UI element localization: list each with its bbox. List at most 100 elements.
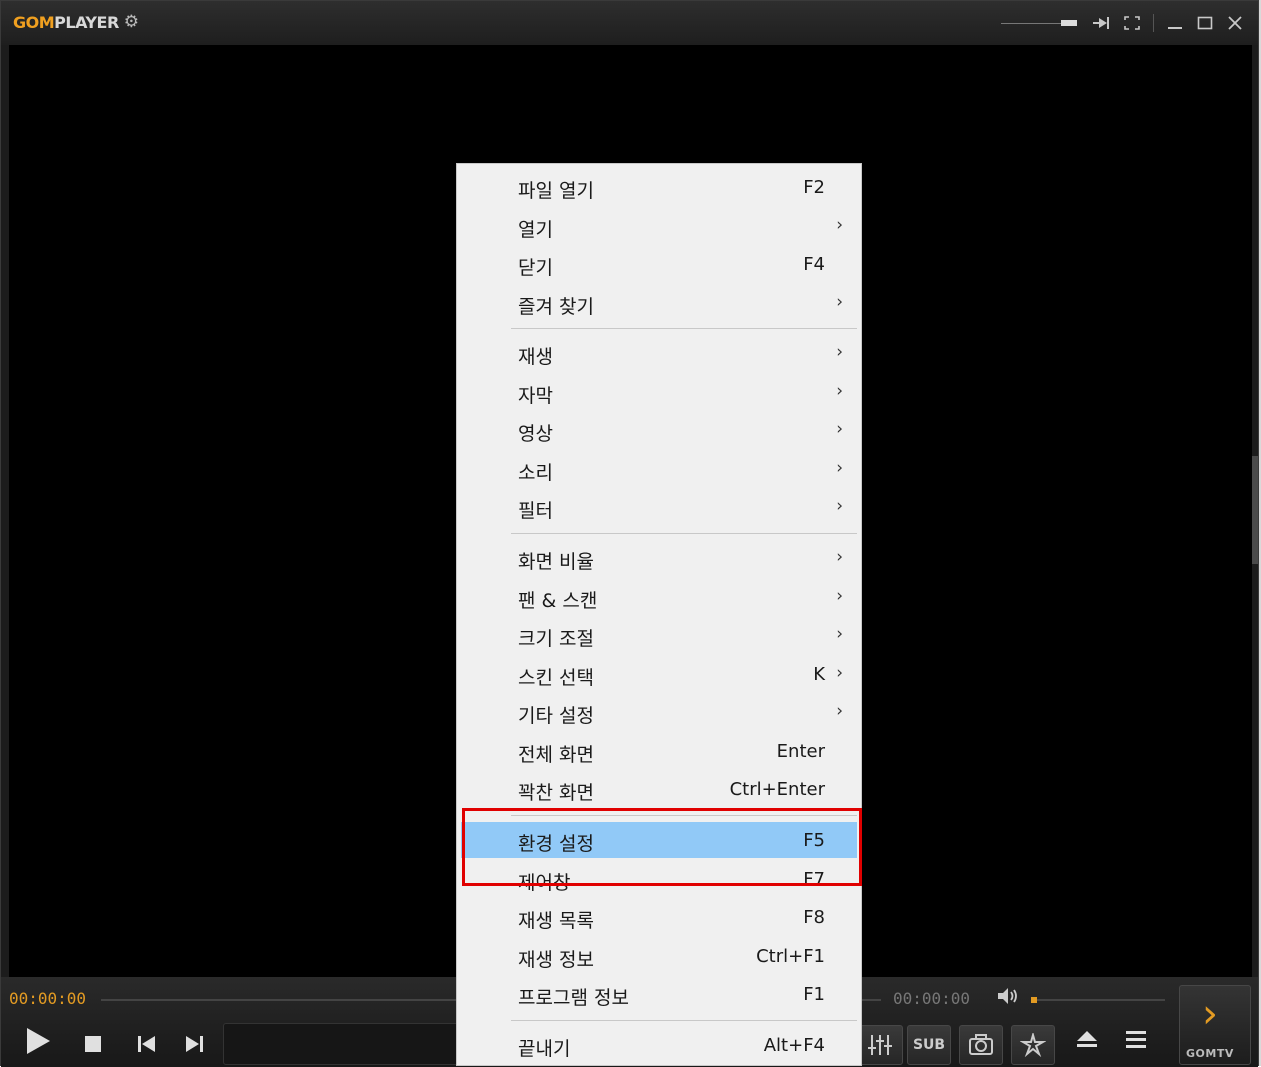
menu-item-shortcut: K <box>813 664 825 685</box>
menu-item-label: 열기 <box>518 219 553 241</box>
chevron-right-icon: › <box>836 624 843 644</box>
menu-item-preferences[interactable]: 환경 설정 F5 <box>461 822 857 858</box>
control-panel-icon[interactable] <box>1011 1025 1055 1065</box>
menu-item-video[interactable]: 영상 › <box>461 412 857 448</box>
pin-icon[interactable] <box>1087 8 1117 38</box>
menu-item-label: 자막 <box>518 385 553 407</box>
menu-item-playback-info[interactable]: 재생 정보 Ctrl+F1 <box>461 938 857 974</box>
volume-level <box>1031 997 1037 1003</box>
menu-item-label: 환경 설정 <box>518 833 594 855</box>
title-bar-controls <box>1001 1 1258 45</box>
gomtv-button[interactable]: › GOMTV <box>1179 985 1251 1065</box>
menu-item-other-settings[interactable]: 기타 설정 › <box>461 694 857 730</box>
chevron-right-icon: › <box>836 496 843 516</box>
menu-item-label: 스킨 선택 <box>518 667 594 689</box>
side-panel-handle[interactable] <box>1252 456 1258 564</box>
menu-item-label: 파일 열기 <box>518 180 594 202</box>
menu-item-label: 팬 & 스캔 <box>518 590 598 612</box>
gomtv-label: GOMTV <box>1186 1047 1234 1060</box>
camera-icon[interactable] <box>959 1025 1003 1065</box>
menu-item-label: 꽉찬 화면 <box>518 782 594 804</box>
menu-separator <box>511 533 857 534</box>
next-button[interactable] <box>185 1035 203 1057</box>
menu-item-shortcut: F5 <box>803 830 825 851</box>
title-bar[interactable]: GOM PLAYER ⚙ <box>1 1 1258 45</box>
app-logo[interactable]: GOM PLAYER ⚙ <box>13 12 139 32</box>
volume-icon[interactable] <box>997 987 1021 1010</box>
eject-icon[interactable] <box>1076 1029 1098 1055</box>
gear-icon[interactable]: ⚙ <box>124 12 139 32</box>
total-time: 00:00:00 <box>893 989 971 1008</box>
menu-item-shortcut: Ctrl+F1 <box>756 946 825 967</box>
equalizer-button[interactable] <box>857 1025 903 1065</box>
chevron-right-icon: › <box>836 342 843 362</box>
menu-item-label: 재생 목록 <box>518 910 594 932</box>
menu-item-label: 전체 화면 <box>518 744 594 766</box>
maximize-icon[interactable] <box>1190 8 1220 38</box>
menu-item-playback[interactable]: 재생 › <box>461 335 857 371</box>
menu-item-fill-screen[interactable]: 꽉찬 화면 Ctrl+Enter <box>461 771 857 807</box>
minimize-icon[interactable] <box>1160 8 1190 38</box>
menu-item-shortcut: F7 <box>803 869 825 890</box>
menu-item-about[interactable]: 프로그램 정보 F1 <box>461 976 857 1012</box>
chevron-right-icon: › <box>836 701 843 721</box>
context-menu: 파일 열기 F2 열기 › 닫기 F4 즐겨 찾기 › 재생 › 자막 › 영상… <box>456 163 862 1066</box>
menu-item-label: 화면 비율 <box>518 551 594 573</box>
menu-item-label: 끝내기 <box>518 1038 571 1060</box>
menu-item-audio[interactable]: 소리 › <box>461 451 857 487</box>
menu-item-pan-scan[interactable]: 팬 & 스캔 › <box>461 579 857 615</box>
chevron-right-icon: › <box>836 663 843 683</box>
menu-item-shortcut: Ctrl+Enter <box>729 779 825 800</box>
menu-item-shortcut: Alt+F4 <box>763 1035 825 1056</box>
logo-gom-text: GOM <box>13 12 55 32</box>
menu-item-playlist[interactable]: 재생 목록 F8 <box>461 899 857 935</box>
menu-item-control-panel[interactable]: 제어창 F7 <box>461 861 857 897</box>
current-time: 00:00:00 <box>9 989 87 1008</box>
menu-item-label: 크기 조절 <box>518 628 594 650</box>
chevron-right-icon: › <box>836 458 843 478</box>
menu-item-shortcut: F4 <box>803 254 825 275</box>
menu-item-aspect-ratio[interactable]: 화면 비율 › <box>461 540 857 576</box>
chevron-right-icon: › <box>836 215 843 235</box>
menu-icon[interactable] <box>1125 1029 1147 1055</box>
subtitle-button[interactable]: SUB <box>907 1025 951 1065</box>
opacity-slider-knob[interactable] <box>1061 19 1077 26</box>
menu-separator <box>511 1020 857 1021</box>
chevron-right-icon: › <box>836 586 843 606</box>
menu-item-shortcut: Enter <box>776 741 825 762</box>
chevron-right-icon: › <box>836 419 843 439</box>
menu-separator <box>511 328 857 329</box>
close-icon[interactable] <box>1220 8 1250 38</box>
chevron-right-icon: › <box>1202 991 1218 1037</box>
stop-button[interactable] <box>85 1035 101 1057</box>
volume-slider[interactable] <box>1031 997 1165 1003</box>
menu-item-shortcut: F2 <box>803 177 825 198</box>
menu-item-label: 기타 설정 <box>518 705 594 727</box>
chevron-right-icon: › <box>836 547 843 567</box>
chevron-right-icon: › <box>836 292 843 312</box>
menu-item-label: 영상 <box>518 423 553 445</box>
opacity-slider[interactable] <box>1001 19 1077 26</box>
play-button[interactable] <box>25 1027 51 1060</box>
menu-item-open[interactable]: 열기 › <box>461 208 857 244</box>
info-display <box>223 1023 475 1065</box>
menu-item-skin[interactable]: 스킨 선택 K › <box>461 656 857 692</box>
menu-item-filters[interactable]: 필터 › <box>461 489 857 525</box>
menu-item-label: 재생 <box>518 346 553 368</box>
menu-item-resize[interactable]: 크기 조절 › <box>461 617 857 653</box>
menu-item-label: 제어창 <box>518 872 571 894</box>
menu-item-label: 재생 정보 <box>518 949 594 971</box>
menu-item-favorites[interactable]: 즐겨 찾기 › <box>461 285 857 321</box>
menu-item-exit[interactable]: 끝내기 Alt+F4 <box>461 1027 857 1063</box>
menu-item-shortcut: F8 <box>803 907 825 928</box>
menu-item-open-file[interactable]: 파일 열기 F2 <box>461 169 857 205</box>
menu-separator <box>511 815 857 816</box>
menu-item-shortcut: F1 <box>803 984 825 1005</box>
menu-item-label: 소리 <box>518 462 553 484</box>
menu-item-subtitles[interactable]: 자막 › <box>461 374 857 410</box>
menu-item-fullscreen[interactable]: 전체 화면 Enter <box>461 733 857 769</box>
menu-item-close[interactable]: 닫기 F4 <box>461 246 857 282</box>
fullscreen-icon[interactable] <box>1117 8 1147 38</box>
previous-button[interactable] <box>138 1035 156 1057</box>
menu-item-label: 필터 <box>518 500 553 522</box>
